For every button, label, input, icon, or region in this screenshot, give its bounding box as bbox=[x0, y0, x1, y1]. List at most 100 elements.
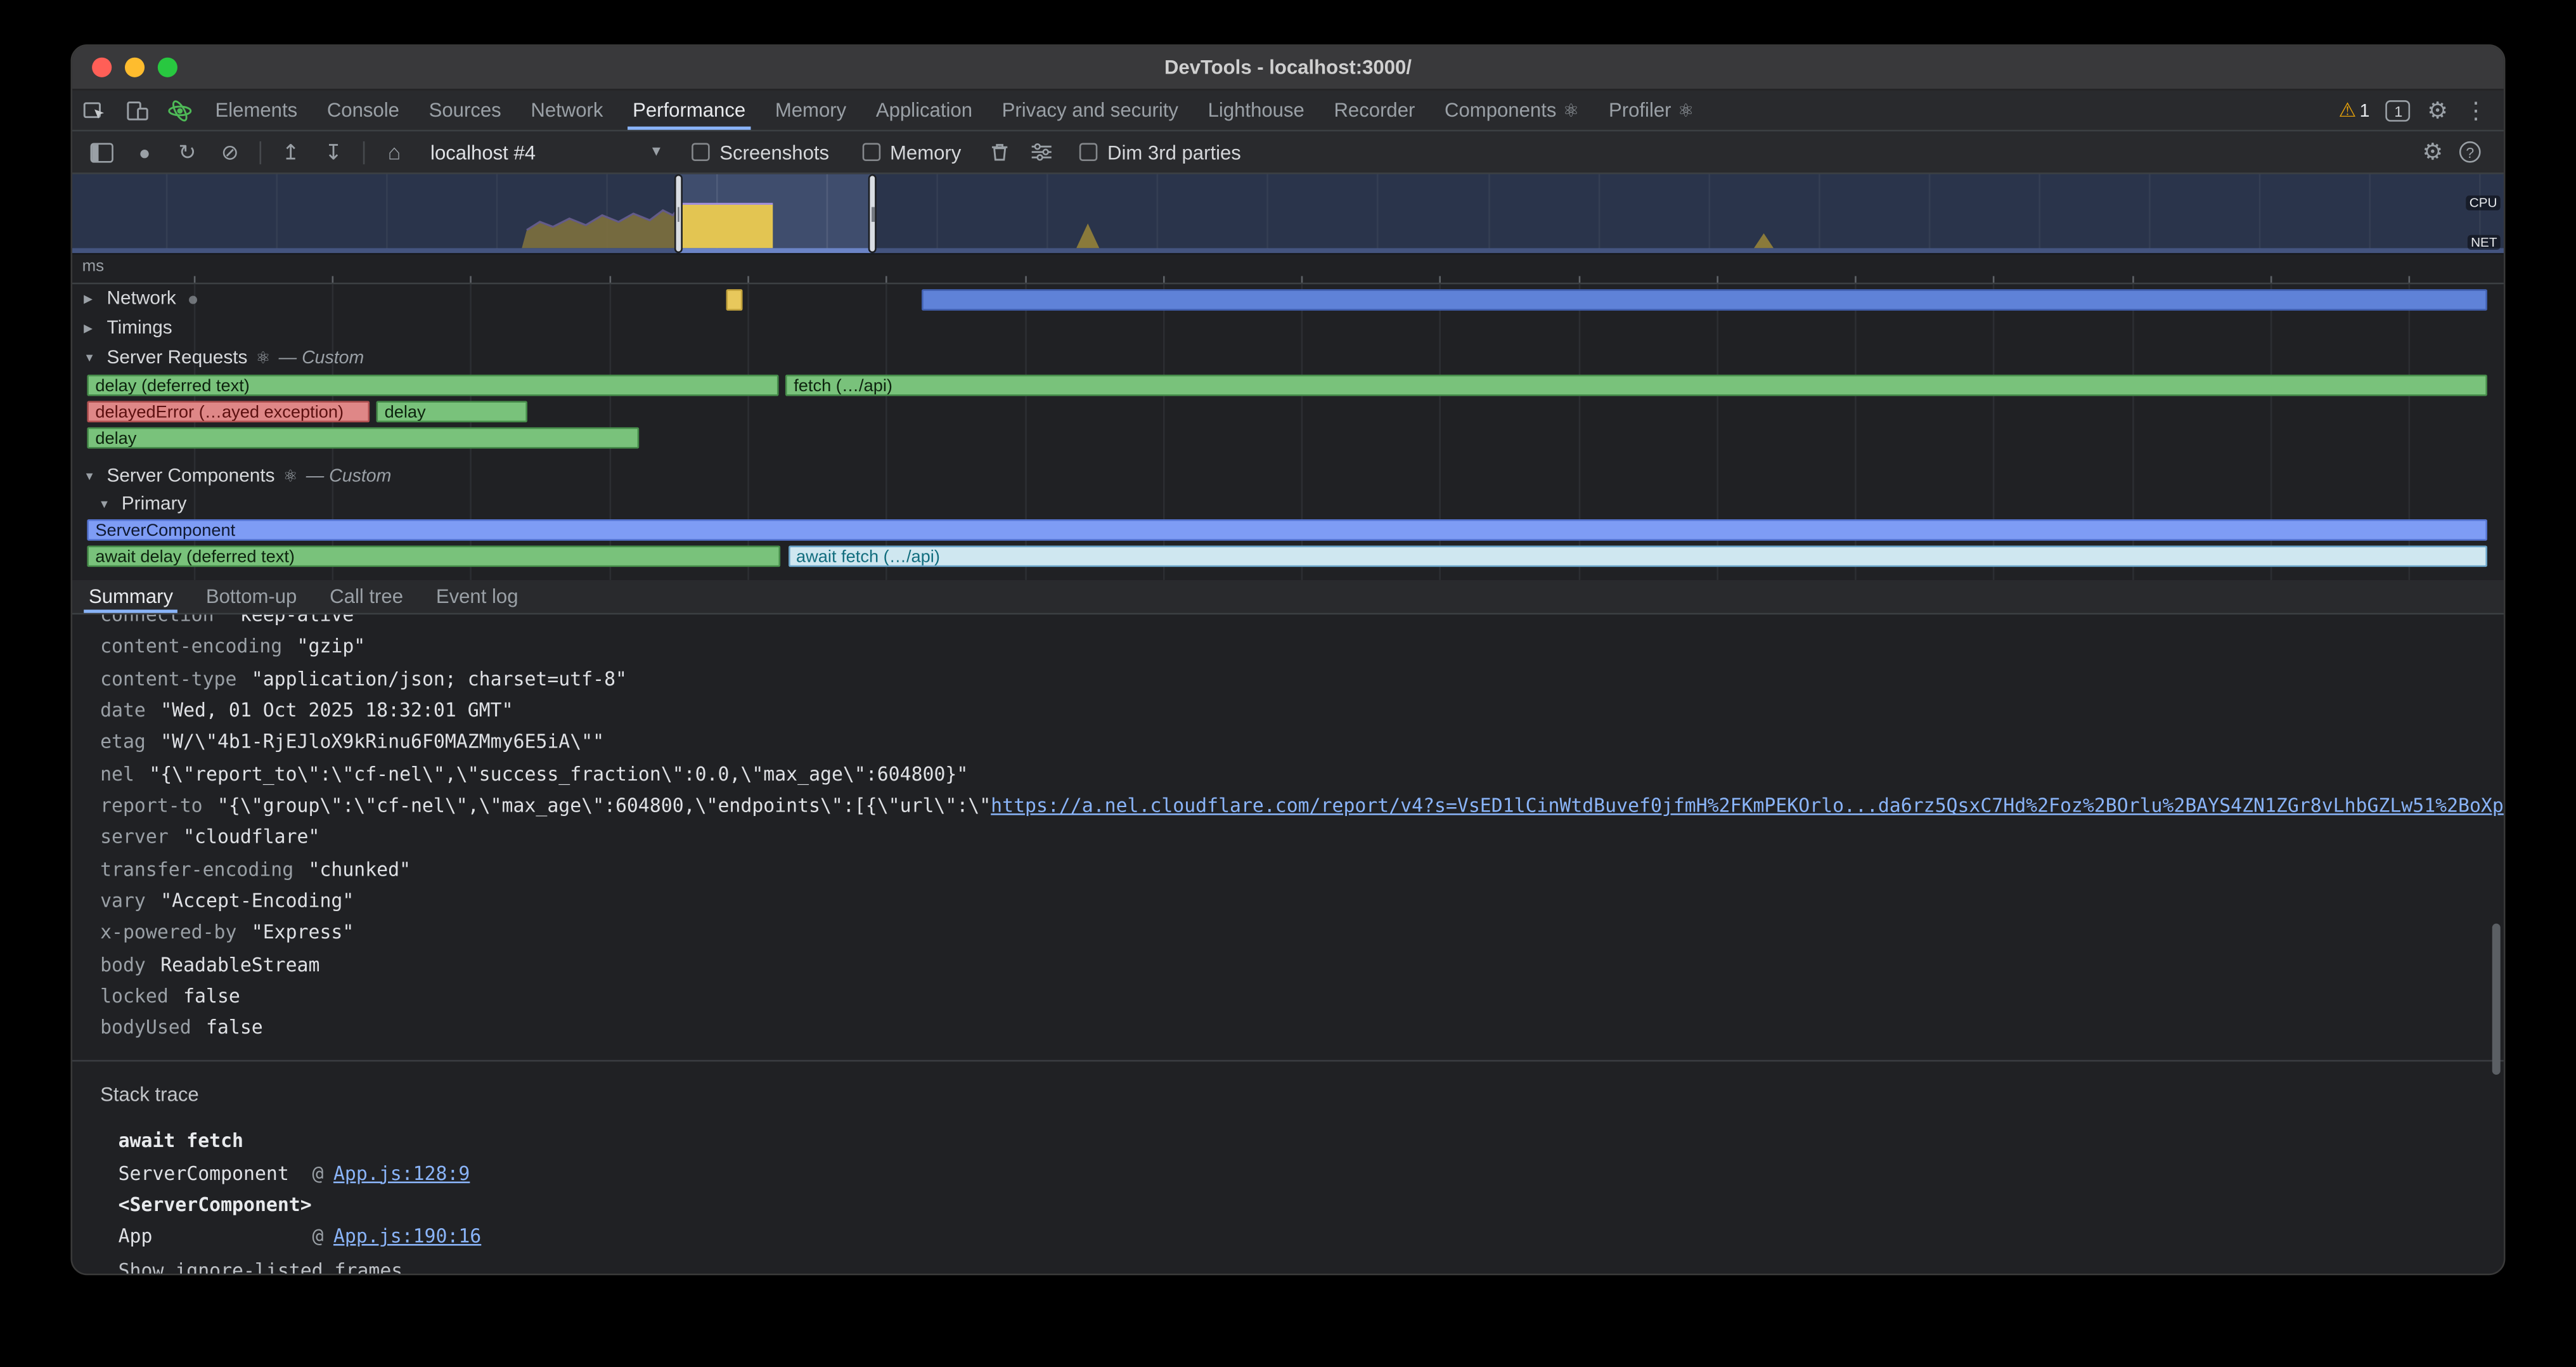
body-row: bodyReadableStream bbox=[100, 949, 2476, 981]
window-titlebar: DevTools - localhost:3000/ bbox=[72, 46, 2504, 91]
tab-application[interactable]: Application bbox=[861, 91, 988, 130]
throttling-tune-icon[interactable] bbox=[1022, 141, 1061, 163]
header-name: date bbox=[100, 699, 146, 722]
summary-scroll-area[interactable]: connection"keep-alive" content-encoding"… bbox=[72, 614, 2504, 1275]
issues-indicator[interactable]: 1 bbox=[2386, 98, 2411, 122]
tab-recorder[interactable]: Recorder bbox=[1319, 91, 1430, 130]
track-network[interactable]: ▶ Network bbox=[72, 284, 2504, 314]
timeline-event-bar[interactable]: await fetch (…/api) bbox=[788, 545, 2487, 567]
inspect-element-icon[interactable] bbox=[72, 91, 115, 130]
zoom-button[interactable] bbox=[158, 58, 177, 77]
tab-sources[interactable]: Sources bbox=[414, 91, 516, 130]
source-location-link[interactable]: App.js:128:9 bbox=[333, 1161, 470, 1184]
track-server-requests-header[interactable]: ▼ Server Requests ⚛ — Custom bbox=[72, 344, 2504, 373]
header-row-clipped: connection"keep-alive" bbox=[100, 614, 2476, 632]
tab-summary[interactable]: Summary bbox=[72, 580, 190, 613]
header-rows-top: content-encoding"gzip" content-type"appl… bbox=[100, 632, 2476, 791]
more-options-icon[interactable]: ⋮ bbox=[2464, 96, 2487, 124]
clear-button[interactable]: ⊘ bbox=[210, 139, 250, 165]
tab-profiler[interactable]: Profiler⚛ bbox=[1594, 91, 1709, 130]
track-server-components-header[interactable]: ▼ Server Components ⚛ — Custom bbox=[72, 462, 2504, 491]
stack-trace: await fetch ServerComponent@App.js:128:9… bbox=[119, 1126, 2476, 1275]
minimize-button[interactable] bbox=[125, 58, 145, 77]
warnings-indicator[interactable]: ⚠1 bbox=[2339, 99, 2370, 122]
screenshots-checkbox[interactable]: Screenshots bbox=[692, 141, 829, 164]
device-toolbar-icon[interactable] bbox=[115, 91, 157, 130]
tab-network[interactable]: Network bbox=[516, 91, 618, 130]
timeline-event-bar[interactable]: fetch (…/api) bbox=[785, 375, 2487, 396]
tab-call-tree[interactable]: Call tree bbox=[313, 580, 420, 613]
tab-memory[interactable]: Memory bbox=[761, 91, 861, 130]
network-request-bar[interactable] bbox=[922, 289, 2487, 311]
tab-elements[interactable]: Elements bbox=[200, 91, 312, 130]
header-row: server"cloudflare" bbox=[100, 822, 2476, 854]
timeline-event-bar[interactable]: delay bbox=[87, 427, 639, 449]
summary-pane: connection"keep-alive" content-encoding"… bbox=[72, 614, 2504, 1275]
network-request-bar[interactable] bbox=[726, 289, 742, 311]
record-button[interactable]: ● bbox=[125, 141, 164, 164]
timeline-event-bar[interactable]: delayedError (…ayed exception) bbox=[87, 401, 370, 422]
header-value: "application/json; charset=utf-8" bbox=[252, 666, 627, 689]
timeline-overview[interactable]: 97 ms197 ms297 ms397 ms497 ms597 ms697 m… bbox=[72, 174, 2504, 255]
tab-privacy-and-security[interactable]: Privacy and security bbox=[987, 91, 1193, 130]
header-row-report-to: report-to"{\"group\":\"cf-nel\",\"max_ag… bbox=[100, 791, 2476, 822]
disclosure-collapsed-icon[interactable]: ▶ bbox=[84, 292, 98, 306]
message-bubble-icon: 1 bbox=[2386, 101, 2411, 122]
chevron-down-icon: ▾ bbox=[652, 143, 660, 161]
garbage-collect-icon[interactable] bbox=[979, 141, 1019, 163]
settings-gear-icon[interactable]: ⚙ bbox=[2427, 96, 2448, 124]
save-profile-button[interactable]: ↧ bbox=[314, 139, 353, 165]
selection-handle-right[interactable] bbox=[869, 174, 877, 253]
tabbar-right-cluster: ⚠1 1 ⚙ ⋮ bbox=[2339, 91, 2504, 130]
devtools-tabbar: Elements Console Sources Network Perform… bbox=[72, 91, 2504, 132]
track-timings-label: Timings bbox=[106, 319, 172, 339]
disclosure-collapsed-icon[interactable]: ▶ bbox=[84, 322, 98, 335]
live-metrics-home-button[interactable]: ⌂ bbox=[375, 139, 414, 164]
selection-handle-left[interactable] bbox=[674, 174, 682, 253]
checkbox-box bbox=[692, 143, 710, 161]
tab-lighthouse[interactable]: Lighthouse bbox=[1193, 91, 1319, 130]
tab-bottom-up[interactable]: Bottom-up bbox=[190, 580, 313, 613]
track-timings[interactable]: ▶ Timings bbox=[72, 314, 2504, 344]
source-location-link[interactable]: App.js:190:16 bbox=[333, 1224, 481, 1247]
header-value: "Express" bbox=[252, 921, 354, 944]
server-components-primary-header[interactable]: ▼ Primary bbox=[72, 491, 2504, 517]
ruler-unit-label: ms bbox=[82, 258, 105, 276]
details-tabbar: Summary Bottom-up Call tree Event log bbox=[72, 580, 2504, 614]
timeline-event-bar[interactable]: ServerComponent bbox=[87, 519, 2487, 541]
header-name: x-powered-by bbox=[100, 921, 236, 944]
capture-settings-gear-icon[interactable]: ⚙ bbox=[2422, 138, 2443, 166]
show-ignore-listed-frames-link[interactable]: Show ignore-listed frames bbox=[119, 1255, 2476, 1275]
header-row: etag"W/\"4b1-RjEJloX9kRinu6F0MAZMmy6E5iA… bbox=[100, 727, 2476, 759]
flamechart-tracks: ▶ Network ▶ Timings ▼ Server Requests bbox=[72, 284, 2504, 580]
tab-performance[interactable]: Performance bbox=[618, 91, 761, 130]
tab-event-log[interactable]: Event log bbox=[420, 580, 535, 613]
timeline-event-bar[interactable]: delay bbox=[377, 401, 528, 422]
disclosure-expanded-icon[interactable]: ▼ bbox=[99, 499, 113, 510]
load-profile-button[interactable]: ↥ bbox=[271, 139, 311, 165]
record-and-reload-button[interactable]: ↻ bbox=[167, 139, 207, 165]
disclosure-expanded-icon[interactable]: ▼ bbox=[84, 471, 98, 483]
devtools-window: DevTools - localhost:3000/ Elements Cons… bbox=[70, 44, 2505, 1275]
toggle-panel-icon[interactable] bbox=[82, 142, 122, 162]
report-to-url-link[interactable]: https://a.nel.cloudflare.com/report/v4?s… bbox=[991, 794, 2504, 817]
profile-history-select[interactable]: localhost #4 ▾ bbox=[417, 141, 673, 164]
close-button[interactable] bbox=[92, 58, 112, 77]
toolbar-separator bbox=[260, 141, 262, 164]
desktop: DevTools - localhost:3000/ Elements Cons… bbox=[0, 0, 2576, 1367]
disclosure-expanded-icon[interactable]: ▼ bbox=[84, 353, 98, 364]
dim-3rd-parties-checkbox[interactable]: Dim 3rd parties bbox=[1079, 141, 1241, 164]
help-icon[interactable]: ? bbox=[2459, 141, 2481, 163]
header-row: nel"{\"report_to\":\"cf-nel\",\"success_… bbox=[100, 759, 2476, 791]
header-name: server bbox=[100, 826, 169, 848]
server-components-row-1: ServerComponent bbox=[72, 517, 2504, 543]
tab-components[interactable]: Components⚛ bbox=[1430, 91, 1594, 130]
timeline-event-bar[interactable]: await delay (deferred text) bbox=[87, 545, 780, 567]
header-row: transfer-encoding"chunked" bbox=[100, 854, 2476, 886]
body-row: bodyUsedfalse bbox=[100, 1013, 2476, 1045]
stack-trace-title: Stack trace bbox=[100, 1079, 2476, 1111]
scrollbar-thumb[interactable] bbox=[2492, 924, 2501, 1075]
memory-checkbox[interactable]: Memory bbox=[862, 141, 961, 164]
timeline-event-bar[interactable]: delay (deferred text) bbox=[87, 375, 778, 396]
tab-console[interactable]: Console bbox=[312, 91, 415, 130]
